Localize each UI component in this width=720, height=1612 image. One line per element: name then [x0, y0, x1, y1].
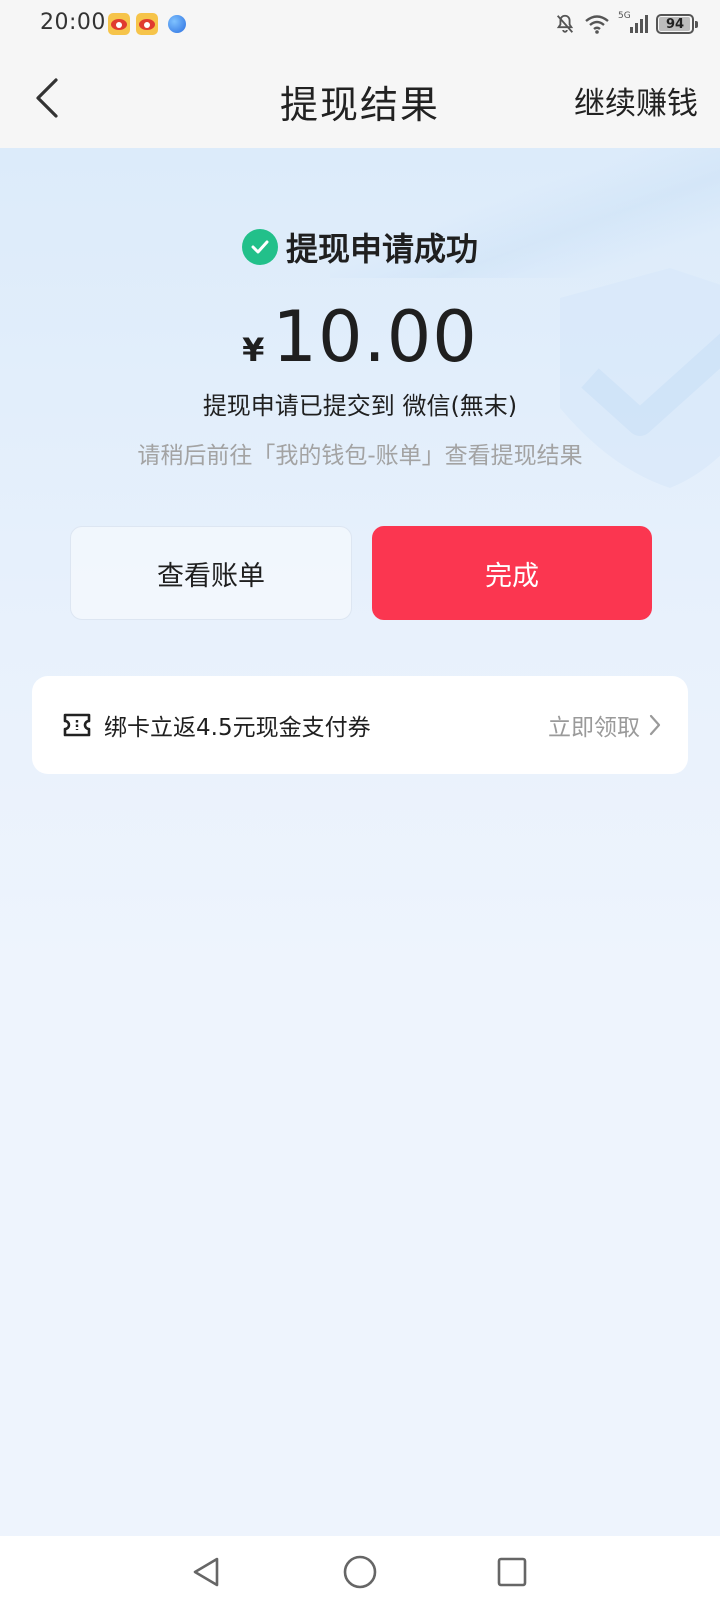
cellular-signal-icon: 5G	[618, 11, 648, 35]
square-recent-icon	[497, 1557, 527, 1587]
ticket-icon	[63, 713, 91, 737]
result-title: 提现申请成功	[285, 230, 478, 268]
result-status: 提现申请成功	[0, 224, 720, 270]
status-time: 20:00	[40, 10, 106, 35]
amount-value: 10.00	[272, 296, 478, 378]
status-bar: 20:00 5G 94	[0, 0, 720, 48]
view-bill-button[interactable]: 查看账单	[70, 526, 352, 620]
weibo-app-icon	[108, 13, 130, 35]
wifi-icon	[585, 15, 609, 34]
status-indicators: 5G 94	[554, 11, 698, 37]
bell-off-icon	[556, 14, 574, 33]
browser-app-icon	[168, 15, 186, 33]
check-result-hint: 请稍后前往「我的钱包-账单」查看提现结果	[137, 443, 583, 469]
done-button[interactable]: 完成	[372, 526, 652, 620]
claim-now-link[interactable]: 立即领取	[548, 708, 662, 742]
system-home-button[interactable]	[338, 1550, 382, 1594]
continue-earning-button[interactable]: 继续赚钱	[574, 78, 698, 123]
battery-level: 94	[665, 16, 685, 32]
currency-symbol: ¥	[242, 331, 265, 369]
system-back-button[interactable]	[184, 1550, 228, 1594]
submitted-destination-text: 提现申请已提交到 微信(無末)	[202, 392, 518, 420]
circle-home-icon	[343, 1555, 377, 1589]
check-circle-icon	[241, 229, 278, 265]
triangle-back-icon	[193, 1557, 219, 1587]
battery-indicator: 94	[656, 14, 698, 34]
chevron-right-icon	[649, 714, 661, 736]
weibo-app-icon	[136, 13, 158, 35]
withdraw-amount: ¥ 10.00	[0, 296, 720, 378]
content-area: 提现申请成功 ¥ 10.00 提现申请已提交到 微信(無末) 请稍后前往「我的钱…	[0, 148, 720, 1536]
system-recent-apps-button[interactable]	[490, 1550, 534, 1594]
promo-text: 绑卡立返4.5元现金支付券	[104, 715, 371, 741]
system-navigation-bar	[0, 1536, 720, 1612]
navigation-bar: 提现结果 继续赚钱	[0, 48, 720, 148]
bind-card-promo-card[interactable]: 绑卡立返4.5元现金支付券 立即领取	[32, 676, 688, 774]
claim-now-label: 立即领取	[548, 715, 640, 741]
